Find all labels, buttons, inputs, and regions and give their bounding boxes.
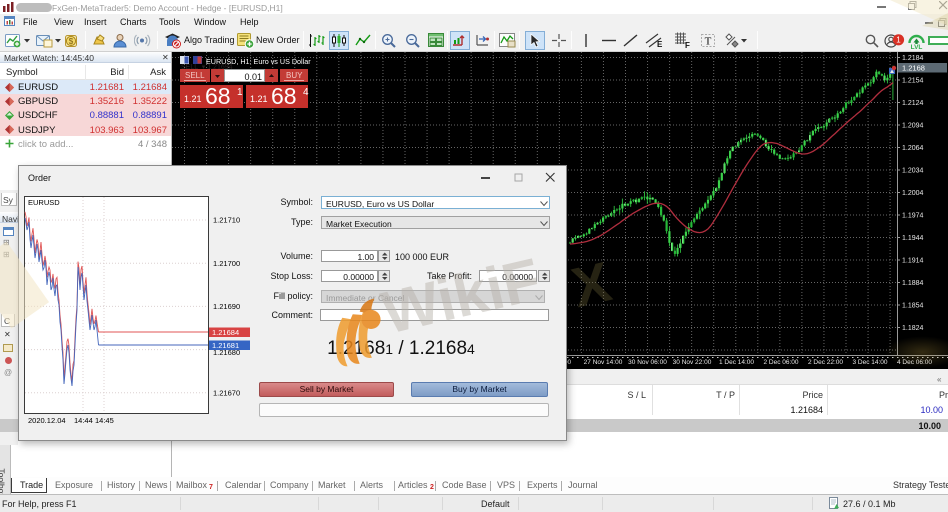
- svg-text:3 Dec 14:00: 3 Dec 14:00: [852, 359, 887, 366]
- svg-text:1.2094: 1.2094: [902, 123, 924, 130]
- svg-text:1.21684: 1.21684: [212, 328, 239, 337]
- svg-text:1.21670: 1.21670: [213, 389, 240, 398]
- svg-text:1: 1: [896, 36, 901, 45]
- svg-text:1 Dec 14:00: 1 Dec 14:00: [719, 359, 754, 366]
- svg-text:14:45: 14:45: [95, 416, 114, 425]
- svg-text:1.21700: 1.21700: [213, 259, 240, 268]
- svg-text:2020.12.04: 2020.12.04: [28, 416, 66, 425]
- svg-text:1.2064: 1.2064: [902, 145, 924, 152]
- svg-text:T: T: [705, 36, 712, 48]
- svg-text:1.2124: 1.2124: [902, 100, 924, 107]
- svg-text:2 Dec 06:00: 2 Dec 06:00: [763, 359, 798, 366]
- svg-text:1.2034: 1.2034: [902, 168, 924, 175]
- svg-text:1.2154: 1.2154: [902, 78, 924, 85]
- svg-text:EURUSD: EURUSD: [28, 198, 60, 207]
- svg-text:14:44: 14:44: [74, 416, 93, 425]
- svg-text:4 Dec 06:00: 4 Dec 06:00: [897, 359, 932, 366]
- svg-text:30 Nov 22:00: 30 Nov 22:00: [673, 359, 712, 366]
- svg-text:F: F: [685, 41, 690, 49]
- svg-text:1.1854: 1.1854: [902, 303, 924, 310]
- svg-text:27 Nov 14:00: 27 Nov 14:00: [584, 359, 623, 366]
- svg-text:1.1824: 1.1824: [902, 325, 924, 332]
- svg-text:1.2184: 1.2184: [902, 55, 924, 62]
- svg-text:1.21690: 1.21690: [213, 302, 240, 311]
- svg-text:1.1944: 1.1944: [902, 235, 924, 242]
- svg-text:1.1914: 1.1914: [902, 258, 924, 265]
- svg-text:LVL: LVL: [911, 44, 923, 49]
- svg-text:2 Dec 22:00: 2 Dec 22:00: [808, 359, 843, 366]
- svg-text:1.2004: 1.2004: [902, 190, 924, 197]
- svg-text:30 Nov 06:00: 30 Nov 06:00: [628, 359, 667, 366]
- svg-text:1.2168: 1.2168: [902, 64, 925, 73]
- svg-text:1.1974: 1.1974: [902, 213, 924, 220]
- svg-text:E: E: [657, 40, 663, 49]
- svg-text:1.21710: 1.21710: [213, 216, 240, 225]
- svg-text:$: $: [69, 37, 74, 46]
- svg-text:1.1884: 1.1884: [902, 280, 924, 287]
